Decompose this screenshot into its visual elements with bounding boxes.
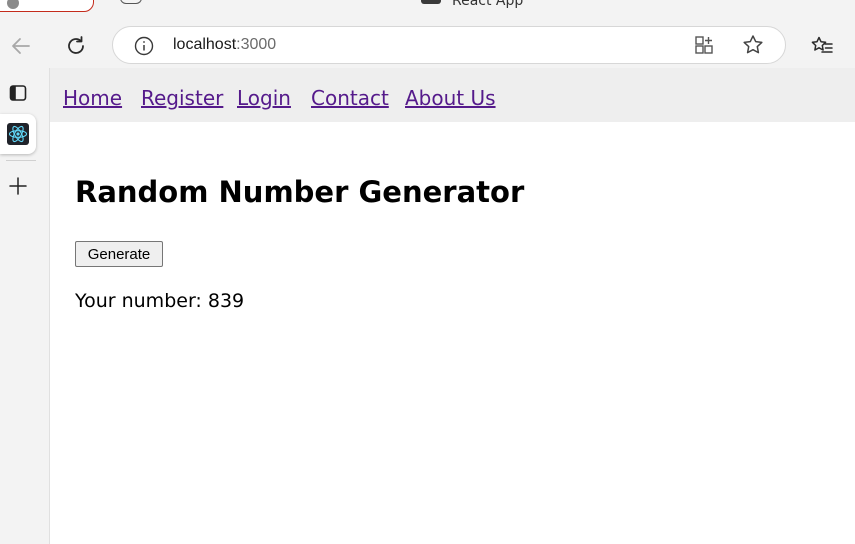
info-icon[interactable] (133, 35, 155, 57)
arrow-left-icon (12, 38, 30, 54)
page-title: Random Number Generator (75, 175, 525, 209)
vertical-tab-strip (0, 68, 50, 544)
refresh-button[interactable] (60, 30, 92, 62)
result-label: Your number: (75, 290, 208, 312)
tab-panel-icon (9, 85, 27, 101)
favorites-icon (811, 36, 833, 53)
extensions-icon[interactable] (693, 34, 715, 56)
window-glyph-icon (120, 0, 142, 4)
react-logo-icon (7, 123, 29, 145)
nav-link-contact[interactable]: Contact (311, 86, 389, 110)
star-icon[interactable] (741, 33, 765, 57)
tab-actions-button[interactable] (0, 73, 36, 113)
back-button[interactable] (5, 30, 37, 62)
site-navbar: Home Register Login Contact About Us (50, 68, 855, 122)
nav-link-about-us[interactable]: About Us (405, 86, 496, 110)
favorites-button[interactable] (806, 30, 838, 62)
refresh-icon (68, 36, 84, 54)
title-bar: React App (0, 0, 855, 24)
profile-avatar-icon (7, 0, 19, 9)
url-host: localhost (173, 36, 237, 53)
nav-link-home[interactable]: Home (63, 86, 122, 110)
nav-link-register[interactable]: Register (141, 86, 223, 110)
profile-tab[interactable] (0, 0, 94, 12)
url-port: :3000 (236, 36, 277, 53)
window-title: React App (452, 0, 524, 9)
address-bar[interactable]: localhost:3000 (112, 26, 786, 64)
new-tab-button[interactable] (0, 166, 36, 206)
url-text[interactable]: localhost:3000 (173, 36, 276, 54)
tab-divider (6, 160, 36, 161)
react-favicon-icon (421, 0, 441, 4)
browser-toolbar: localhost:3000 (0, 24, 855, 68)
result-value: 839 (207, 290, 245, 312)
generate-button[interactable]: Generate (75, 241, 163, 267)
vertical-tab-react-app[interactable] (0, 114, 36, 154)
nav-link-login[interactable]: Login (237, 86, 291, 110)
result-text: Your number: 839 (75, 290, 244, 312)
plus-icon (9, 177, 27, 195)
page-viewport: Home Register Login Contact About Us Ran… (50, 68, 855, 544)
